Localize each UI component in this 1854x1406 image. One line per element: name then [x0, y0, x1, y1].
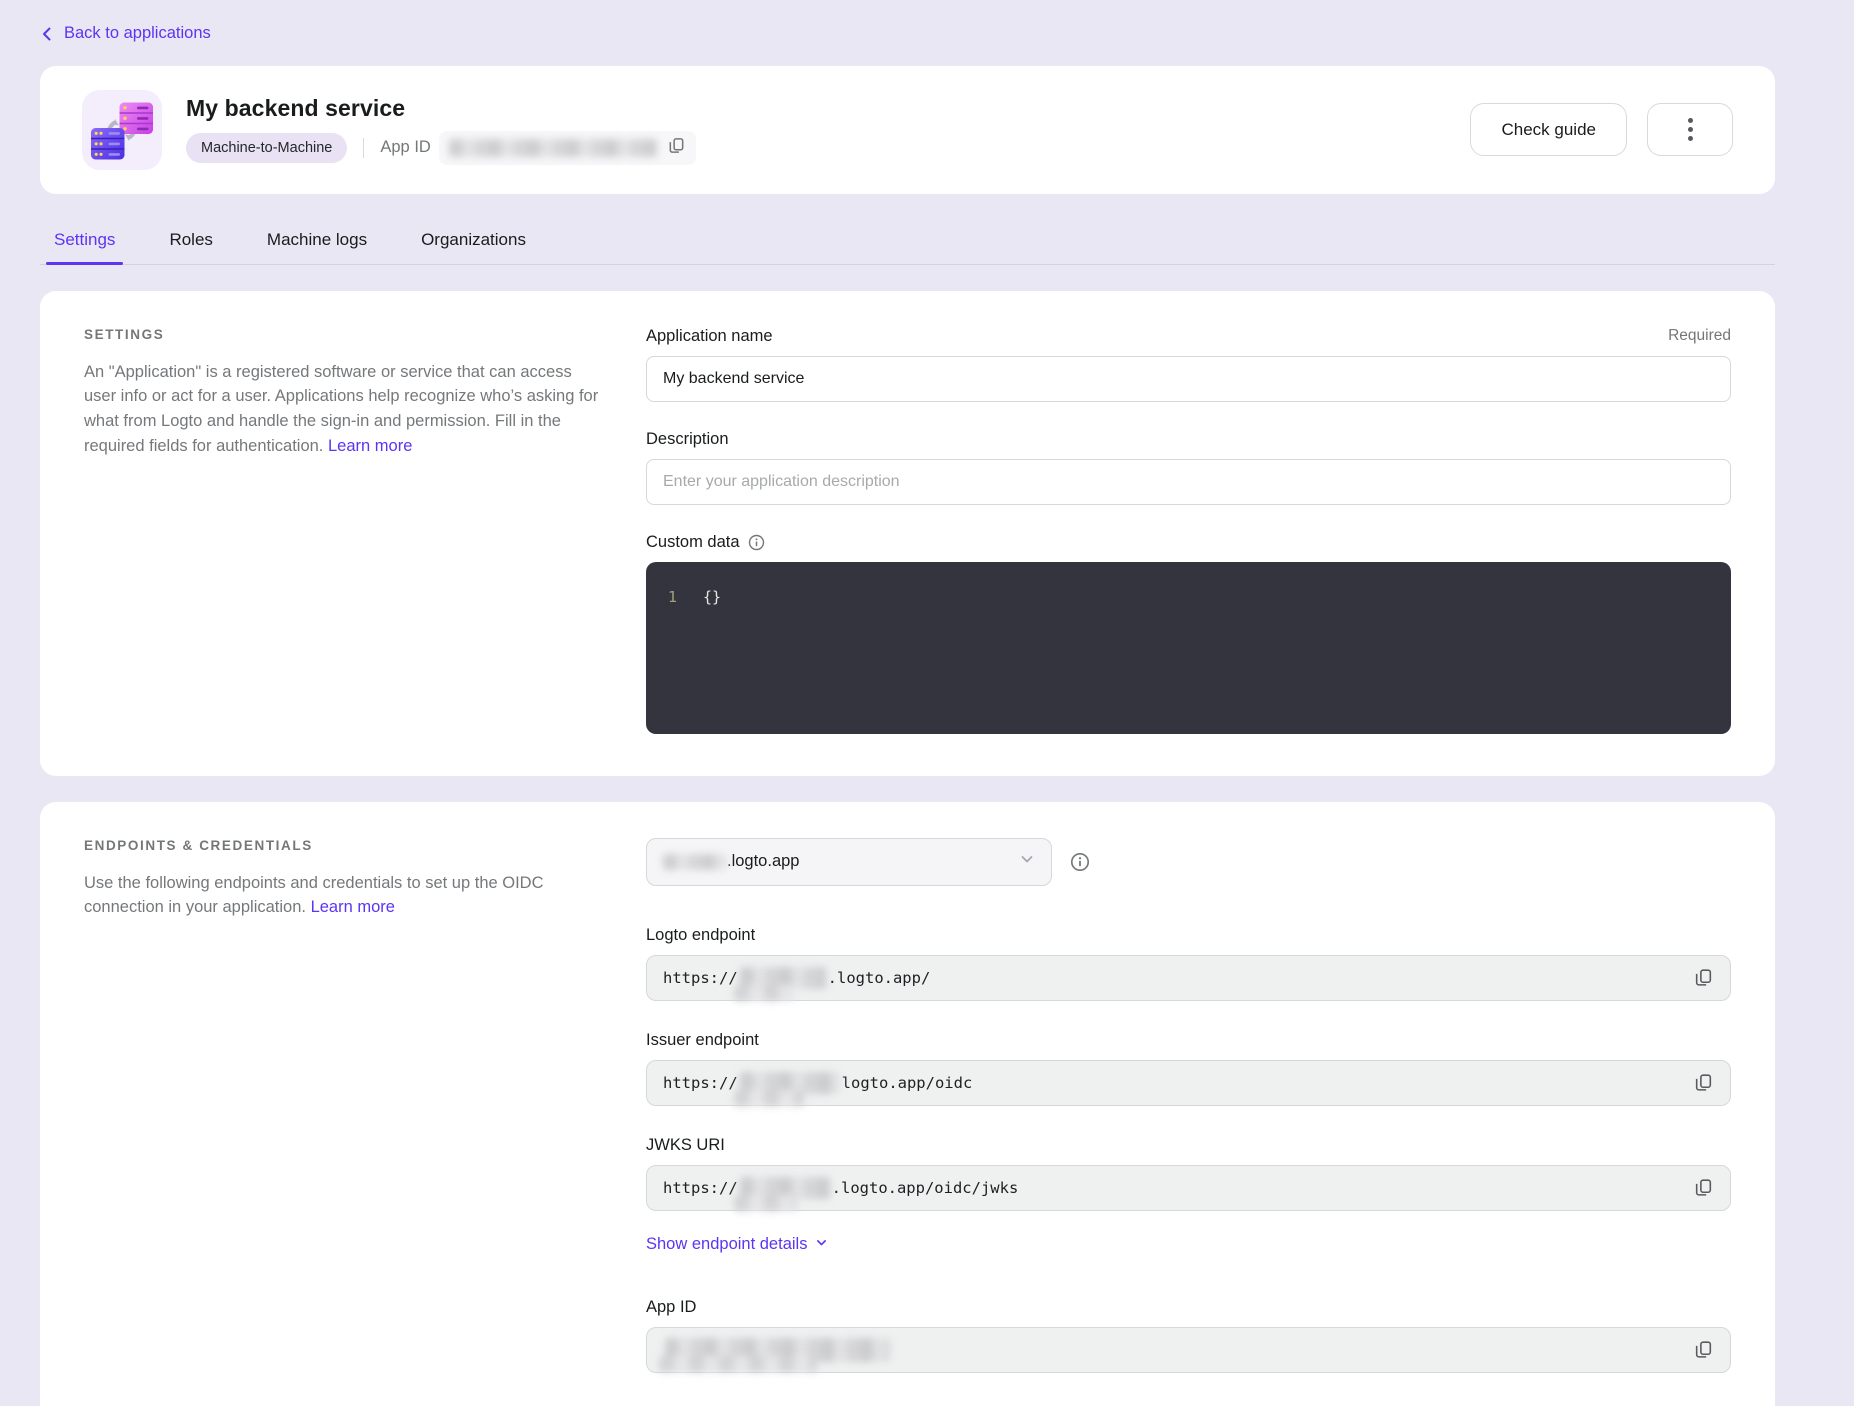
- logto-endpoint-field: https:// .logto.app/: [646, 955, 1731, 1001]
- show-endpoint-details-label: Show endpoint details: [646, 1235, 807, 1254]
- issuer-endpoint-field: https:// logto.app/oidc: [646, 1060, 1731, 1106]
- header-actions: Check guide: [1470, 103, 1733, 156]
- endpoints-form: .logto.app Logto endpoint https:// .logto…: [646, 838, 1731, 1373]
- chevron-down-icon: [815, 1235, 828, 1254]
- code-line-number: 1: [646, 588, 677, 606]
- settings-section-description: An "Application" is a registered softwar…: [84, 360, 600, 459]
- tab-machine-logs[interactable]: Machine logs: [253, 226, 381, 264]
- tab-settings[interactable]: Settings: [40, 226, 129, 264]
- page-title: My backend service: [186, 95, 696, 122]
- endpoints-learn-more-link[interactable]: Learn more: [311, 898, 395, 916]
- endpoints-credentials-card: ENDPOINTS & CREDENTIALS Use the followin…: [40, 802, 1775, 1406]
- endpoint-prefix: https://: [663, 1179, 738, 1197]
- endpoint-suffix: logto.app/oidc: [842, 1074, 973, 1092]
- domain-select-row: .logto.app: [646, 838, 1731, 886]
- copy-button[interactable]: [1693, 967, 1714, 988]
- redacted-tenant-id: [740, 1177, 830, 1199]
- logto-endpoint-label: Logto endpoint: [646, 926, 1731, 945]
- header-meta: Machine-to-Machine App ID: [186, 131, 696, 165]
- show-endpoint-details-link[interactable]: Show endpoint details: [646, 1235, 828, 1254]
- custom-data-code-editor[interactable]: 1 {}: [646, 562, 1731, 734]
- jwks-uri-field: https:// .logto.app/oidc/jwks: [646, 1165, 1731, 1211]
- endpoints-section-title: ENDPOINTS & CREDENTIALS: [84, 838, 600, 853]
- application-details-page: Back to applications: [0, 0, 1854, 1406]
- domain-select-value: .logto.app: [727, 852, 799, 871]
- tab-roles[interactable]: Roles: [155, 226, 226, 264]
- endpoint-prefix: https://: [663, 969, 738, 987]
- app-id-field-label: App ID: [646, 1298, 1731, 1317]
- application-name-label: Application name: [646, 327, 773, 346]
- domain-select[interactable]: .logto.app: [646, 838, 1052, 886]
- tab-bar: Settings Roles Machine logs Organization…: [40, 226, 1775, 265]
- copy-button[interactable]: [1693, 1339, 1714, 1360]
- copy-button[interactable]: [1693, 1072, 1714, 1093]
- app-id-copy-pill[interactable]: [439, 131, 696, 165]
- endpoint-suffix: .logto.app/: [828, 969, 931, 987]
- redacted-app-id-value: [665, 1338, 890, 1362]
- application-name-input[interactable]: [646, 356, 1731, 402]
- required-hint: Required: [1668, 327, 1731, 345]
- check-guide-button[interactable]: Check guide: [1470, 103, 1627, 156]
- description-input[interactable]: [646, 459, 1731, 505]
- issuer-endpoint-label: Issuer endpoint: [646, 1031, 1731, 1050]
- app-id-label: App ID: [380, 138, 430, 157]
- kebab-menu-icon: [1688, 118, 1693, 141]
- redacted-tenant-id: [740, 1072, 840, 1094]
- endpoint-prefix: https://: [663, 1074, 738, 1092]
- settings-card: SETTINGS An "Application" is a registere…: [40, 291, 1775, 776]
- custom-data-label: Custom data: [646, 533, 740, 552]
- settings-form: Application name Required Description Cu…: [646, 327, 1731, 734]
- endpoints-section-description: Use the following endpoints and credenti…: [84, 871, 600, 921]
- application-header-card: My backend service Machine-to-Machine Ap…: [40, 66, 1775, 194]
- jwks-uri-label: JWKS URI: [646, 1136, 1731, 1155]
- settings-learn-more-link[interactable]: Learn more: [328, 437, 412, 455]
- app-type-badge: Machine-to-Machine: [186, 133, 347, 163]
- more-options-button[interactable]: [1647, 103, 1733, 156]
- custom-data-field-block: Custom data 1 {}: [646, 533, 1731, 734]
- chevron-down-icon: [1019, 851, 1035, 872]
- app-id-field: [646, 1327, 1731, 1373]
- redacted-app-id-value: [449, 139, 657, 157]
- code-content: {}: [703, 588, 721, 606]
- chevron-left-icon: [40, 27, 54, 41]
- copy-button[interactable]: [1693, 1177, 1714, 1198]
- machine-to-machine-app-icon: [82, 90, 162, 170]
- endpoint-suffix: .logto.app/oidc/jwks: [832, 1179, 1019, 1197]
- settings-section-title: SETTINGS: [84, 327, 600, 342]
- redacted-tenant-id: [663, 854, 727, 870]
- back-link-label: Back to applications: [64, 24, 211, 43]
- meta-divider: [363, 138, 364, 158]
- description-field-block: Description: [646, 430, 1731, 505]
- info-icon[interactable]: [1070, 852, 1090, 872]
- header-text: My backend service Machine-to-Machine Ap…: [186, 95, 696, 165]
- back-to-applications-link[interactable]: Back to applications: [40, 24, 211, 43]
- settings-intro: SETTINGS An "Application" is a registere…: [84, 327, 600, 734]
- info-icon[interactable]: [748, 534, 765, 551]
- application-name-field-block: Application name Required: [646, 327, 1731, 402]
- copy-icon[interactable]: [667, 136, 686, 160]
- endpoints-intro: ENDPOINTS & CREDENTIALS Use the followin…: [84, 838, 600, 1373]
- tab-organizations[interactable]: Organizations: [407, 226, 540, 264]
- description-label: Description: [646, 430, 729, 449]
- redacted-tenant-id: [740, 967, 826, 989]
